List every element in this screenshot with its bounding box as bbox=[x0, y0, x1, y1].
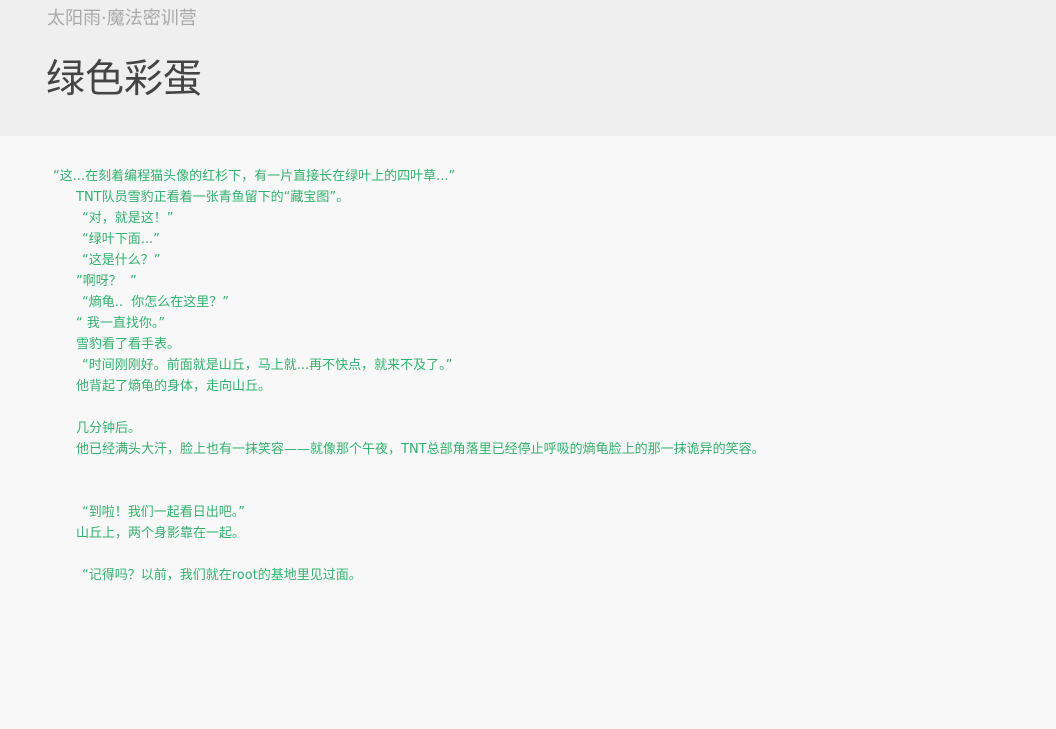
story-paragraph: “对，就是这！” bbox=[82, 211, 174, 226]
story-paragraph: “熵龟.. 你怎么在这里？” bbox=[82, 295, 229, 310]
story-paragraph: “到啦！我们一起看日出吧。” bbox=[82, 505, 245, 520]
story-paragraph: 他背起了熵龟的身体，走向山丘。 bbox=[76, 379, 272, 394]
story-paragraph: 他已经满头大汗，脸上也有一抹笑容——就像那个午夜，TNT总部角落里已经停止呼吸的… bbox=[76, 442, 765, 457]
story-paragraph: ”啊呀？ ” bbox=[76, 274, 137, 289]
story-blank-line bbox=[0, 544, 1056, 565]
story-paragraph: “这是什么？” bbox=[82, 253, 161, 268]
story-paragraph: “ 我一直找你。” bbox=[76, 316, 166, 331]
page-header: 太阳雨·魔法密训营 绿色彩蛋 bbox=[0, 0, 1056, 136]
story-paragraph: 几分钟后。 bbox=[76, 421, 142, 436]
story-blank-line bbox=[0, 481, 1056, 502]
story-paragraph: “时间刚刚好。前面就是山丘，马上就...再不快点，就来不及了。” bbox=[82, 358, 453, 373]
site-name[interactable]: 太阳雨·魔法密训营 bbox=[47, 7, 197, 31]
story-paragraph: “记得吗？以前，我们就在root的基地里见过面。 bbox=[82, 568, 362, 583]
story-paragraph: TNT队员雪豹正看着一张青鱼留下的“藏宝图”。 bbox=[76, 190, 350, 205]
story-paragraph: “这...在刻着编程猫头像的红杉下，有一片直接长在绿叶上的四叶草...” bbox=[53, 169, 456, 184]
story-blank-line bbox=[0, 397, 1056, 418]
story-paragraph: 雪豹看了看手表。 bbox=[76, 337, 181, 352]
story-paragraph: 山丘上，两个身影靠在一起。 bbox=[76, 526, 246, 541]
story-paragraph: “绿叶下面...” bbox=[82, 232, 160, 247]
story-body: “这...在刻着编程猫头像的红杉下，有一片直接长在绿叶上的四叶草...” TNT队… bbox=[0, 166, 1056, 586]
story-blank-line bbox=[0, 460, 1056, 481]
page-title: 绿色彩蛋 bbox=[46, 57, 203, 102]
